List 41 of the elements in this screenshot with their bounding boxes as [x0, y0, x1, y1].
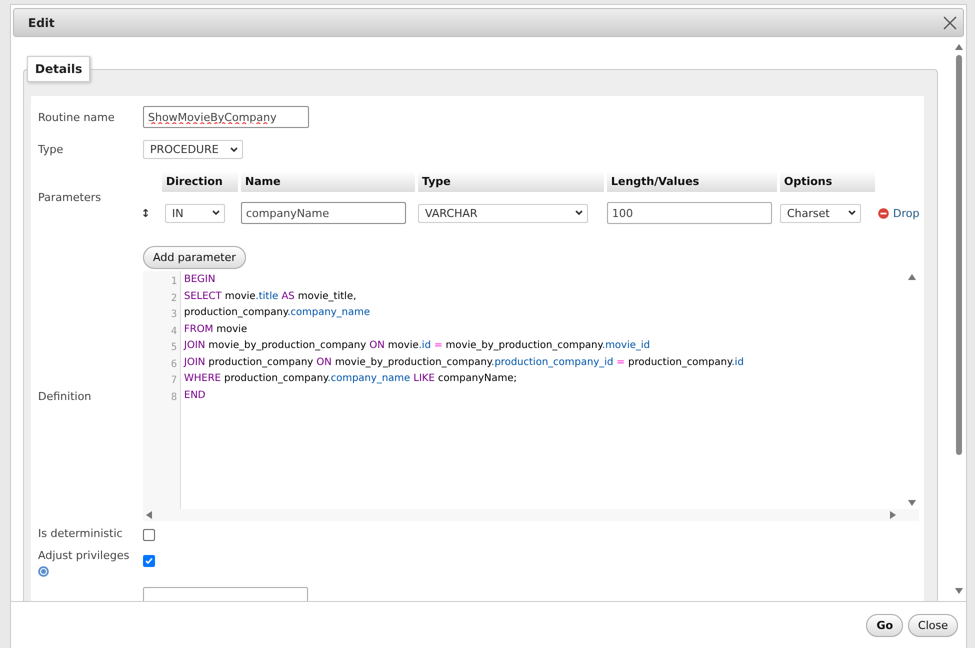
- length-field[interactable]: 100: [607, 202, 772, 224]
- line-number: 4: [170, 324, 178, 338]
- field-label: Type: [38, 143, 64, 156]
- code-line: SELECT movie.title AS movie_title,: [184, 290, 358, 304]
- column-header: Direction: [162, 171, 238, 192]
- line-number: 8: [170, 390, 178, 404]
- column-header: Name: [241, 171, 415, 192]
- close-button[interactable]: Close: [908, 614, 958, 637]
- go-button[interactable]: Go: [866, 614, 904, 637]
- code-line: BEGIN: [184, 274, 216, 287]
- line-number: 6: [170, 358, 178, 372]
- line-number: 7: [170, 374, 178, 388]
- field-label: Routine name: [38, 110, 116, 124]
- line-number: 5: [170, 341, 178, 355]
- details-legend: Details: [27, 56, 90, 82]
- routine-name-field[interactable]: ShowMovieByCompany: [143, 106, 309, 128]
- line-number: 2: [170, 292, 178, 306]
- field-label: Parameters: [38, 191, 102, 204]
- code-line: JOIN movie_by_production_company ON movie.id = movie_by_production_company.movie_id: [184, 340, 652, 353]
- options-select[interactable]: Charset: [780, 204, 861, 222]
- code-line: production_company.company_name: [184, 307, 371, 320]
- code-line: JOIN production_company ON movie_by_production_company.production_company_id = production_company.id: [184, 356, 745, 370]
- parameter-type-select[interactable]: VARCHAR: [418, 204, 588, 222]
- dialog-title: Edit: [28, 16, 55, 30]
- code-line: END: [184, 390, 206, 402]
- column-header: Options: [780, 171, 875, 192]
- drop-link[interactable]: Drop: [878, 206, 928, 220]
- field-label: Is deterministic: [38, 526, 124, 540]
- field-label: Definition: [38, 390, 92, 402]
- field-label: Adjust privileges: [38, 549, 130, 562]
- line-number: 1: [170, 275, 178, 289]
- direction-select[interactable]: IN: [165, 204, 225, 222]
- line-number: 3: [170, 308, 178, 322]
- code-line: WHERE production_company.company_name LIKE companyName;: [184, 373, 518, 386]
- parameter-name-field[interactable]: companyName: [241, 202, 406, 224]
- type-select[interactable]: PROCEDURE: [143, 140, 243, 159]
- reorder-handle[interactable]: ↕: [141, 206, 159, 220]
- column-header: Length/Values: [607, 171, 777, 192]
- code-line: FROM movie: [184, 324, 248, 336]
- column-header: Type: [418, 171, 604, 192]
- add-parameter-button[interactable]: Add parameter: [143, 246, 246, 269]
